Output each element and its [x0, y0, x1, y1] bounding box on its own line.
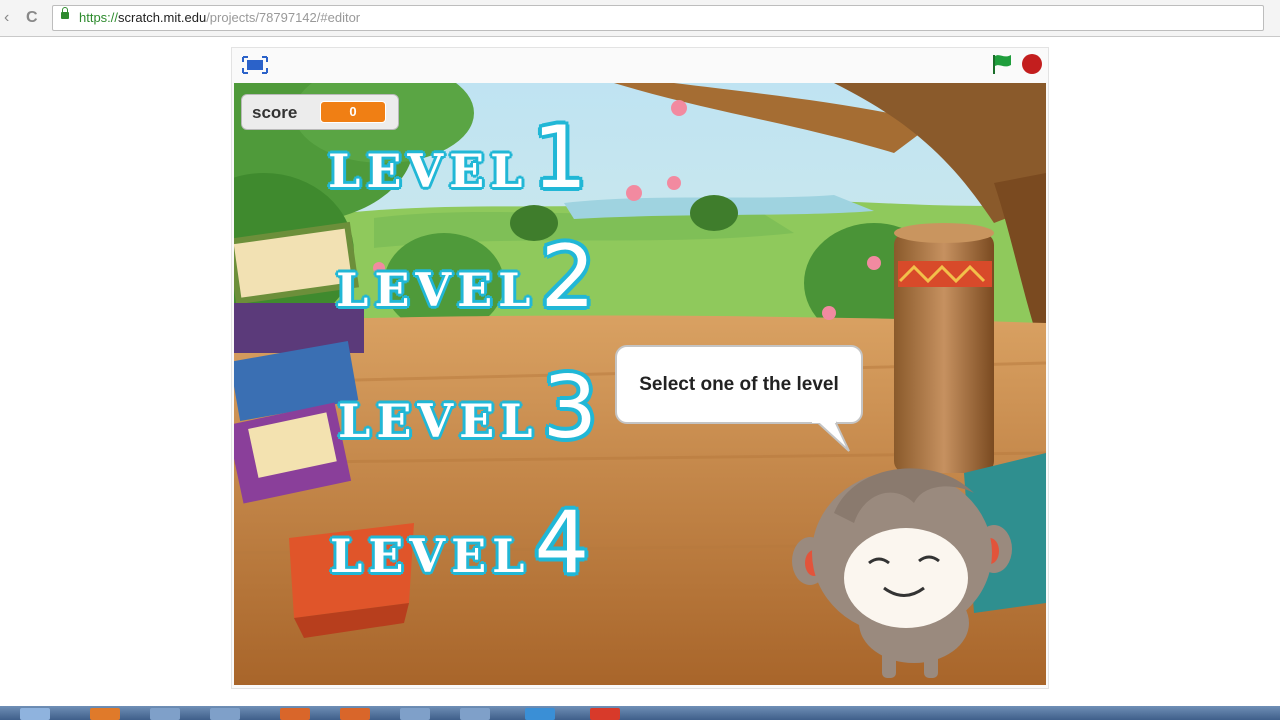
level-4-button[interactable]: LEVEL4 [330, 493, 589, 593]
level-2-button[interactable]: LEVEL2 [336, 227, 595, 327]
level-3-word: LEVEL [338, 394, 539, 448]
taskbar [0, 706, 1280, 720]
speech-bubble: Select one of the level [615, 345, 863, 424]
level-1-button[interactable]: LEVEL1 [328, 108, 587, 208]
level-4-number: 4 [534, 493, 590, 593]
reload-button[interactable]: C [26, 8, 38, 28]
level-4-word: LEVEL [330, 529, 531, 583]
start-button[interactable] [20, 708, 50, 720]
level-1-number: 1 [532, 108, 588, 208]
url-host: scratch.mit.edu [118, 10, 207, 25]
level-2-word: LEVEL [336, 263, 537, 317]
taskbar-item[interactable] [400, 708, 430, 720]
chrome-icon[interactable] [590, 708, 620, 720]
taskbar-item[interactable] [460, 708, 490, 720]
firefox-icon[interactable] [90, 708, 120, 720]
taskbar-item[interactable] [210, 708, 240, 720]
level-1-word: LEVEL [328, 144, 529, 198]
level-2-number: 2 [540, 227, 596, 327]
score-label: score [252, 103, 298, 122]
taskbar-item[interactable] [280, 708, 310, 720]
fullscreen-icon[interactable] [242, 54, 268, 76]
speech-bubble-text: Select one of the level [639, 373, 839, 395]
url-text: https://scratch.mit.edu/projects/7879714… [79, 10, 360, 25]
back-button[interactable]: ‹ [4, 8, 9, 28]
url-path: /projects/78797142/#editor [206, 10, 361, 25]
taskbar-item[interactable] [150, 708, 180, 720]
address-bar[interactable]: https://scratch.mit.edu/projects/7879714… [52, 5, 1264, 31]
level-3-button[interactable]: LEVEL3 [338, 358, 597, 458]
taskbar-item[interactable] [340, 708, 370, 720]
stop-button[interactable] [1022, 54, 1042, 74]
speech-bubble-tail [812, 419, 850, 452]
stage[interactable]: score 0 LEVEL1 LEVEL2 LEVEL3 LEVEL4 Sele… [234, 83, 1046, 685]
stage-frame: score 0 LEVEL1 LEVEL2 LEVEL3 LEVEL4 Sele… [231, 47, 1049, 689]
browser-toolbar: ‹ C https://scratch.mit.edu/projects/787… [0, 0, 1280, 37]
level-3-number: 3 [542, 358, 598, 458]
url-scheme: https:// [79, 10, 119, 25]
taskbar-item[interactable] [525, 708, 555, 720]
lock-icon [61, 7, 69, 19]
green-flag-icon[interactable] [990, 53, 1014, 75]
